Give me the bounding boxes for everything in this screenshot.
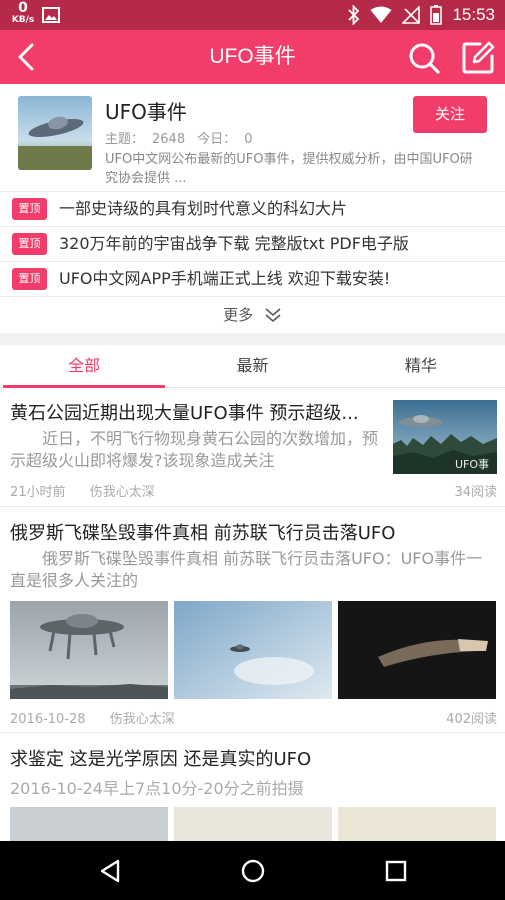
today-count: 0 [244, 132, 253, 147]
pinned-item-title: 一部史诗级的具有划时代意义的科幻大片 [59, 199, 348, 218]
pinned-item-title: UFO中文网APP手机端正式上线 欢迎下载安装! [59, 269, 391, 288]
forum-name: UFO事件 [105, 100, 187, 124]
post-summary: 2016-10-24早上7点10分-20分之前拍摄 [10, 779, 304, 798]
pinned-item[interactable]: 置顶 UFO中文网APP手机端正式上线 欢迎下载安装! [0, 262, 505, 297]
post-reads: 402阅读 [446, 712, 497, 727]
post-time: 21小时前 [10, 485, 66, 500]
post-reads: 34阅读 [454, 485, 497, 500]
pinned-tag: 置顶 [12, 268, 47, 290]
pinned-item[interactable]: 置顶 一部史诗级的具有划时代意义的科幻大片 [0, 192, 505, 227]
double-chevron-down-icon [265, 308, 281, 323]
tab-latest[interactable]: 最新 [168, 345, 336, 387]
section-divider [0, 333, 505, 345]
tab-all[interactable]: 全部 [0, 345, 168, 388]
clock: 15:53 [452, 5, 495, 24]
follow-button[interactable]: 关注 [413, 96, 487, 133]
post-item[interactable]: 俄罗斯飞碟坠毁事件真相 前苏联飞行员击落UFO 俄罗斯飞碟坠毁事件真相 前苏联飞… [0, 507, 505, 733]
battery-icon [430, 5, 443, 25]
no-signal-icon [402, 6, 421, 24]
bluetooth-icon [348, 5, 360, 25]
pinned-item-title: 320万年前的宇宙战争下载 完整版txt PDF电子版 [59, 234, 409, 253]
pinned-item[interactable]: 置顶 320万年前的宇宙战争下载 完整版txt PDF电子版 [0, 227, 505, 262]
post-item[interactable]: 求鉴定 这是光学原因 还是真实的UFO 2016-10-24早上7点10分-20… [0, 733, 505, 847]
edit-icon[interactable] [460, 40, 496, 76]
post-title: 黄石公园近期出现大量UFO事件 预示超级... [10, 403, 359, 424]
post-author: 伤我心太深 [109, 712, 175, 727]
status-bar: 0 KB/s 15:53 [0, 0, 505, 30]
image-notification-icon [42, 7, 60, 23]
topics-count: 2648 [152, 132, 186, 147]
post-title: 求鉴定 这是光学原因 还是真实的UFO [10, 749, 312, 770]
network-speed-unit: KB/s [11, 15, 35, 25]
post-meta: 2016-10-28 伤我心太深 402阅读 [10, 708, 497, 727]
post-meta: 21小时前 伤我心太深 34阅读 [10, 481, 497, 500]
network-speed: 0 KB/s [10, 0, 36, 26]
pinned-tag: 置顶 [12, 233, 47, 255]
network-speed-value: 0 [18, 0, 28, 16]
system-nav-bar [0, 841, 505, 900]
post-author: 伤我心太深 [89, 485, 155, 500]
app-bar: UFO事件 [0, 30, 505, 84]
forum-header: UFO事件 主题： 2648 今日： 0 UFO中文网公布最新的UFO事件，提供权威… [0, 84, 505, 192]
post-image: UFO事 [393, 400, 497, 474]
forum-stats: 主题： 2648 今日： 0 [105, 128, 261, 147]
more-button[interactable]: 更多 [0, 297, 505, 333]
forum-description: UFO中文网公布最新的UFO事件，提供权威分析，由中国UFO研究协会提供 ... [105, 152, 473, 186]
post-title: 俄罗斯飞碟坠毁事件真相 前苏联飞行员击落UFO [10, 523, 396, 544]
pinned-tag: 置顶 [12, 198, 47, 220]
search-icon[interactable] [406, 40, 442, 76]
post-image-gallery [10, 601, 497, 699]
post-summary: 近日，不明飞行物现身黄石公园的次数增加，预示超级火山即将爆发?该现象造成关注 [10, 429, 379, 470]
post-image [10, 601, 168, 699]
image-watermark: UFO事 [455, 458, 489, 471]
back-nav-icon[interactable] [96, 856, 126, 886]
tab-bar: 全部 最新 精华 [0, 345, 505, 388]
more-label: 更多 [223, 306, 254, 324]
topics-label: 主题： [105, 132, 145, 147]
home-nav-icon[interactable] [238, 856, 268, 886]
forum-thumbnail [18, 96, 92, 170]
post-time: 2016-10-28 [10, 712, 86, 727]
tab-featured[interactable]: 精华 [337, 345, 505, 387]
post-summary: 俄罗斯飞碟坠毁事件真相 前苏联飞行员击落UFO：UFO事件一直是很多人关注的 [10, 549, 483, 590]
pinned-list: 置顶 一部史诗级的具有划时代意义的科幻大片 置顶 320万年前的宇宙战争下载 完… [0, 192, 505, 297]
post-image [338, 601, 496, 699]
post-image [174, 601, 332, 699]
today-label: 今日： [197, 132, 237, 147]
wifi-icon [370, 6, 392, 23]
post-item[interactable]: 黄石公园近期出现大量UFO事件 预示超级... 近日，不明飞行物现身黄石公园的次… [0, 389, 505, 507]
recents-nav-icon[interactable] [381, 856, 411, 886]
